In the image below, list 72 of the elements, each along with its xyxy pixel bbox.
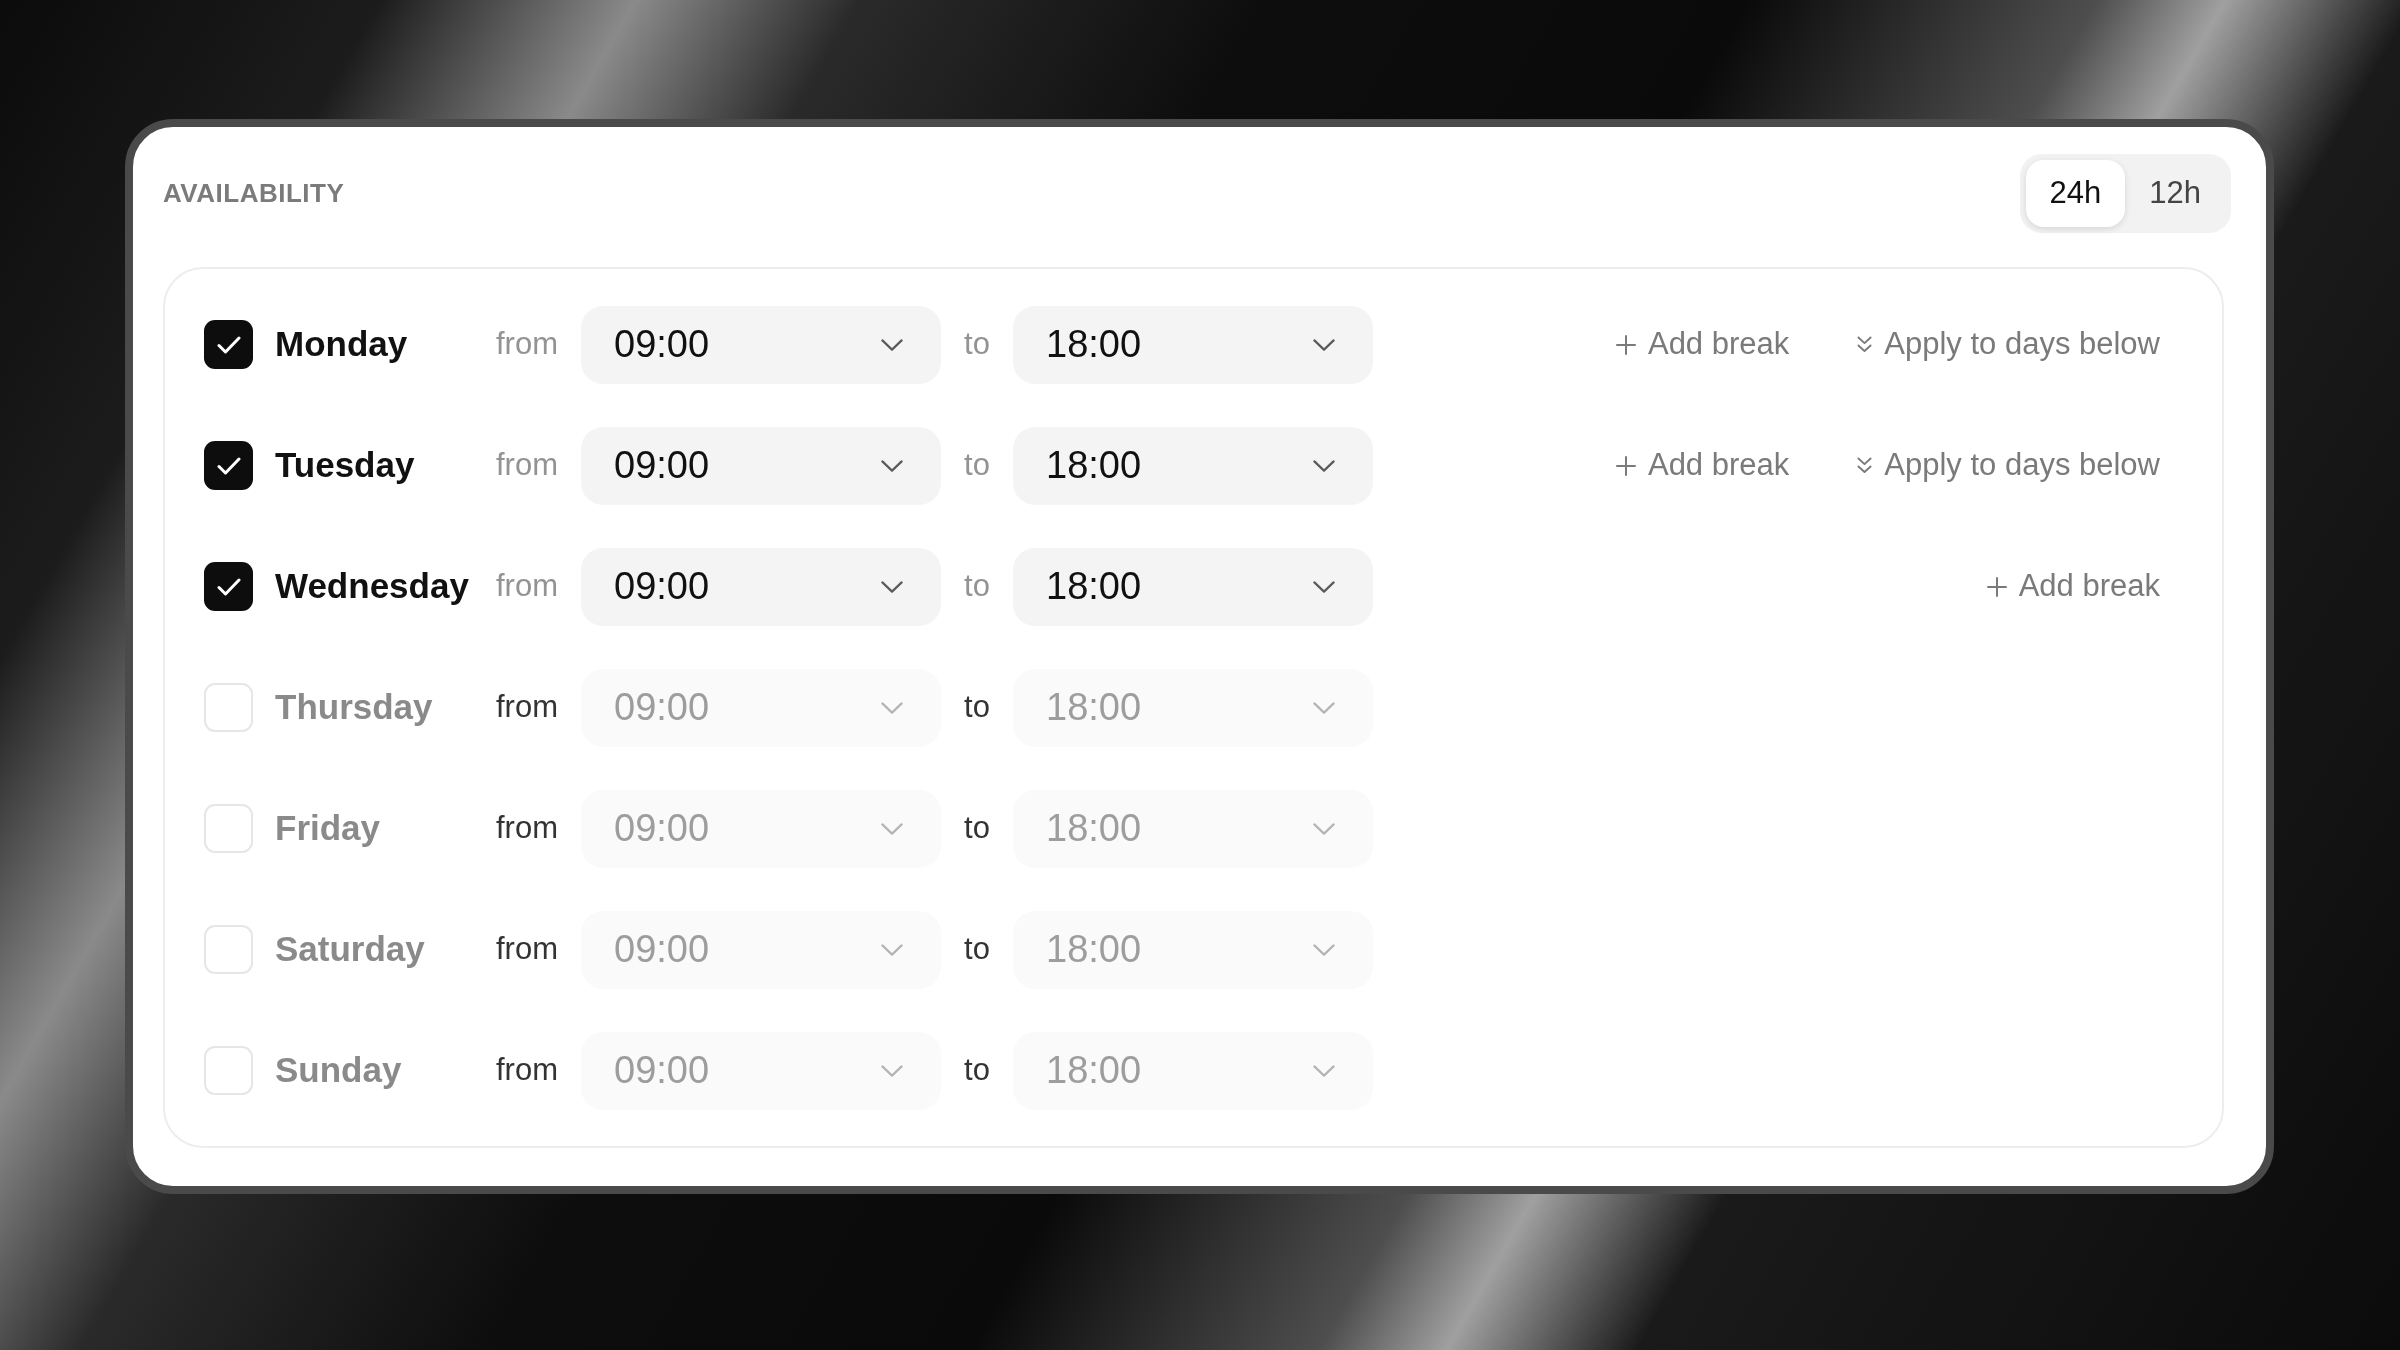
day-label: Tuesday xyxy=(275,444,416,487)
from-label: from xyxy=(496,809,559,848)
to-label: to xyxy=(964,567,990,606)
day-label: Wednesday xyxy=(275,565,470,608)
chevron-down-icon xyxy=(1313,701,1335,714)
time-select[interactable]: 18:00 xyxy=(1013,1031,1373,1110)
from-label: from xyxy=(496,567,559,606)
time-select[interactable]: 09:00 xyxy=(581,789,941,868)
chevron-down-icon xyxy=(1313,338,1335,351)
apply-to-days-below-button[interactable]: Apply to days below xyxy=(1857,442,2160,489)
time-select[interactable]: 09:00 xyxy=(581,1031,941,1110)
plus-icon xyxy=(1615,334,1636,355)
from-label: from xyxy=(496,325,559,364)
day-label: Thursday xyxy=(275,686,434,729)
double-chevron-down-icon xyxy=(1857,336,1873,353)
time-select[interactable]: 18:00 xyxy=(1013,305,1373,384)
time-format-tab[interactable]: 12h xyxy=(2125,160,2225,227)
chevron-down-icon xyxy=(881,1064,903,1077)
day-label: Monday xyxy=(275,323,409,366)
plus-icon xyxy=(1986,576,2007,597)
check-icon xyxy=(216,577,241,596)
from-label: from xyxy=(496,1051,559,1090)
chevron-down-icon xyxy=(1313,1064,1335,1077)
to-label: to xyxy=(964,809,990,848)
from-label: from xyxy=(496,688,559,727)
chevron-down-icon xyxy=(881,459,903,472)
chevron-down-icon xyxy=(1313,943,1335,956)
add-break-button[interactable]: Add break xyxy=(1986,563,2160,610)
time-select[interactable]: 09:00 xyxy=(581,910,941,989)
from-label: from xyxy=(496,446,559,485)
day-label: Friday xyxy=(275,807,382,850)
day-label: Sunday xyxy=(275,1049,403,1092)
apply-to-days-below-button[interactable]: Apply to days below xyxy=(1857,321,2160,368)
chevron-down-icon xyxy=(881,943,903,956)
to-label: to xyxy=(964,446,990,485)
chevron-down-icon xyxy=(1313,822,1335,835)
to-label: to xyxy=(964,930,990,969)
to-label: to xyxy=(964,325,990,364)
chevron-down-icon xyxy=(881,701,903,714)
time-select[interactable]: 18:00 xyxy=(1013,789,1373,868)
time-format-tab[interactable]: 24h xyxy=(2025,160,2126,227)
time-select[interactable]: 09:00 xyxy=(581,547,941,626)
check-icon xyxy=(216,456,241,475)
time-select[interactable]: 09:00 xyxy=(581,305,941,384)
chevron-down-icon xyxy=(881,580,903,593)
to-label: to xyxy=(964,688,990,727)
time-select[interactable]: 09:00 xyxy=(581,668,941,747)
checkbox[interactable] xyxy=(204,320,253,369)
to-label: to xyxy=(964,1051,990,1090)
from-label: from xyxy=(496,930,559,969)
checkbox[interactable] xyxy=(204,925,253,974)
checkbox[interactable] xyxy=(204,1046,253,1095)
checkbox[interactable] xyxy=(204,683,253,732)
section-title: AVAILABILITY xyxy=(163,177,345,210)
double-chevron-down-icon xyxy=(1857,457,1873,474)
time-select[interactable]: 18:00 xyxy=(1013,426,1373,505)
chevron-down-icon xyxy=(881,338,903,351)
check-icon xyxy=(216,335,241,354)
add-break-button[interactable]: Add break xyxy=(1615,321,1790,368)
day-label: Saturday xyxy=(275,928,426,971)
chevron-down-icon xyxy=(1313,580,1335,593)
chevron-down-icon xyxy=(1313,459,1335,472)
time-select[interactable]: 09:00 xyxy=(581,426,941,505)
time-select[interactable]: 18:00 xyxy=(1013,910,1373,989)
checkbox[interactable] xyxy=(204,441,253,490)
plus-icon xyxy=(1615,455,1636,476)
checkbox[interactable] xyxy=(204,804,253,853)
chevron-down-icon xyxy=(881,822,903,835)
add-break-button[interactable]: Add break xyxy=(1615,442,1790,489)
checkbox[interactable] xyxy=(204,562,253,611)
time-select[interactable]: 18:00 xyxy=(1013,547,1373,626)
time-select[interactable]: 18:00 xyxy=(1013,668,1373,747)
